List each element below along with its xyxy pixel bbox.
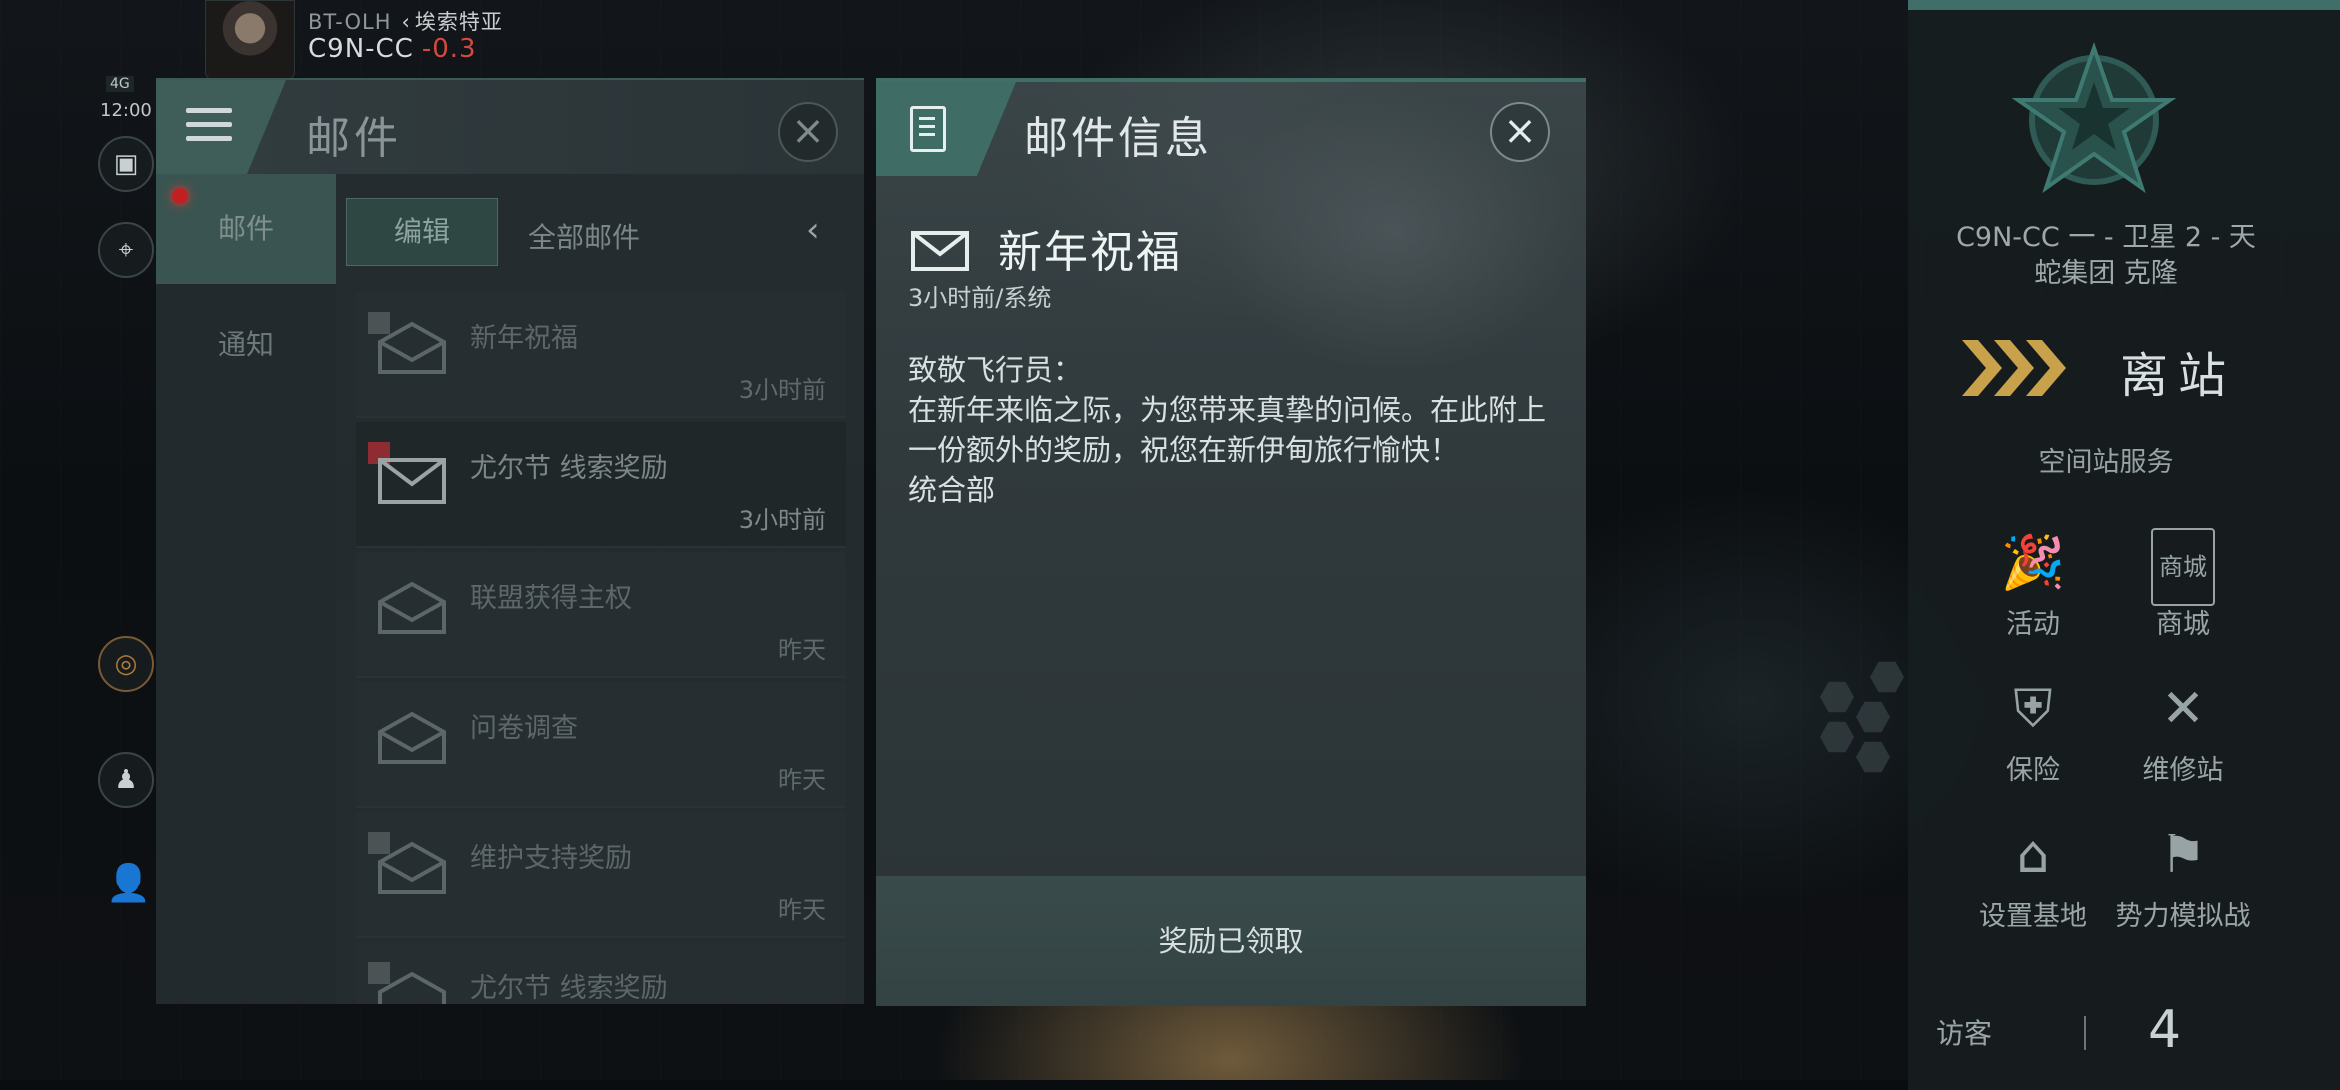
divider <box>2084 1016 2086 1050</box>
undock-button[interactable]: 离站 <box>1928 328 2288 408</box>
network-indicator: 4G <box>106 76 134 92</box>
message-text: 在新年来临之际，为您带来真挚的问候。在此附上一份额外的奖励，祝您在新伊甸旅行愉快… <box>908 393 1547 467</box>
service-set-home[interactable]: ⌂ 设置基地 <box>1958 820 2108 933</box>
message-body: 致敬飞行员： 在新年来临之际，为您带来真挚的问候。在此附上一份额外的奖励，祝您在… <box>908 350 1558 510</box>
tab-notifications[interactable]: 通知 <box>156 290 336 400</box>
mail-time: 3小时前 <box>738 376 826 404</box>
clock: 12:00 <box>100 100 152 121</box>
envelope-closed-icon <box>376 450 448 506</box>
service-label: 商城 <box>2156 609 2210 640</box>
mail-subject: 联盟获得主权 <box>470 583 632 614</box>
current-system[interactable]: C9N-CC -0.3 <box>308 34 477 64</box>
mail-time: 昨天 <box>778 766 826 794</box>
close-icon: × <box>1503 108 1537 154</box>
envelope-open-icon <box>376 710 448 766</box>
mail-list-item[interactable]: 尤尔节 线索奖励 <box>356 942 846 1004</box>
contacts-icon[interactable]: 👤 <box>106 862 151 904</box>
mail-list-item[interactable]: 维护支持奖励 昨天 <box>356 812 846 938</box>
shop-star-icon: 商城 <box>2108 528 2258 606</box>
mail-time: 昨天 <box>778 896 826 924</box>
mail-info-close-button[interactable]: × <box>1490 102 1550 162</box>
location-pin-icon[interactable]: ⌖ <box>98 222 154 278</box>
service-faction-warfare[interactable]: ⚑ 势力模拟战 <box>2108 820 2258 933</box>
set-home-icon: ⌂ <box>2016 825 2050 885</box>
mail-info-tab <box>876 82 1016 176</box>
claim-reward-bar: 奖励已领取 <box>876 876 1586 1006</box>
route-arrow-icon: ‹ <box>401 10 411 34</box>
service-label: 势力模拟战 <box>2115 901 2251 932</box>
party-popper-icon: 🎉 <box>2000 533 2066 593</box>
mail-subject: 维护支持奖励 <box>470 843 632 874</box>
mail-info-panel: 邮件信息 × 新年祝福 3小时前/系统 致敬飞行员： 在新年来临之际，为您带来真… <box>876 78 1586 1006</box>
service-label: 设置基地 <box>1979 901 2087 932</box>
security-status: -0.3 <box>421 34 477 64</box>
crossed-flags-icon: ⚑ <box>2159 825 2207 885</box>
message-greeting: 致敬飞行员： <box>908 353 1083 387</box>
service-shop[interactable]: 商城 商城 <box>2108 528 2258 641</box>
insurance-shield-icon: ⛨ <box>2013 679 2053 739</box>
mail-panel: 邮件 × 邮件 通知 编辑 全部邮件 ‹ 新年祝福 3小时前 尤尔节 线索奖励 … <box>156 78 864 1004</box>
message-meta: 3小时前/系统 <box>908 284 1052 312</box>
service-events[interactable]: 🎉 活动 <box>1958 528 2108 641</box>
station-name-line2: 蛇集团 克隆 <box>2034 258 2178 289</box>
envelope-open-icon <box>376 320 448 376</box>
station-name: C9N-CC 一 - 卫星 2 - 天 蛇集团 克隆 <box>1908 220 2304 292</box>
mail-info-title: 邮件信息 <box>1024 113 1212 164</box>
service-repair[interactable]: ✕ 维修站 <box>2108 674 2258 787</box>
service-label: 活动 <box>2006 609 2060 640</box>
visitors-row[interactable]: 访客 4 <box>1908 1000 2340 1064</box>
region-info[interactable]: BT-OLH ‹ 埃索特亚 <box>308 6 503 36</box>
mail-subject: 尤尔节 线索奖励 <box>470 973 668 1004</box>
mail-title: 邮件 <box>306 113 402 164</box>
station-services-title: 空间站服务 <box>2038 447 2174 478</box>
region-name: 埃索特亚 <box>414 10 503 34</box>
document-icon <box>910 106 946 152</box>
mail-subject: 尤尔节 线索奖励 <box>470 453 668 484</box>
unread-dot <box>172 188 188 204</box>
region-system: BT-OLH <box>308 10 392 34</box>
mail-time: 昨天 <box>778 636 826 664</box>
chevron-right-icon <box>1962 340 2002 396</box>
envelope-icon <box>910 228 970 272</box>
mail-list-item[interactable]: 新年祝福 3小时前 <box>356 292 846 418</box>
mail-subject: 新年祝福 <box>470 323 578 354</box>
message-subject: 新年祝福 <box>998 227 1182 278</box>
envelope-open-icon <box>376 580 448 636</box>
mail-close-button[interactable]: × <box>778 102 838 162</box>
station-panel: C9N-CC 一 - 卫星 2 - 天 蛇集团 克隆 离站 空间站服务 🎉 活动… <box>1908 0 2340 1090</box>
current-system-name: C9N-CC <box>308 34 414 64</box>
envelope-open-icon <box>376 970 448 1004</box>
corporation-star-emblem-icon <box>2004 30 2184 210</box>
menu-icon[interactable] <box>186 108 232 144</box>
visitors-label: 访客 <box>1936 1017 1993 1050</box>
service-insurance[interactable]: ⛨ 保险 <box>1958 674 2108 787</box>
undock-label: 离站 <box>2120 348 2237 404</box>
target-icon[interactable]: ◎ <box>98 636 154 692</box>
mail-time: 3小时前 <box>738 506 826 534</box>
chevron-left-icon[interactable]: ‹ <box>806 210 820 250</box>
close-icon: × <box>791 108 825 154</box>
mail-list-item[interactable]: 尤尔节 线索奖励 3小时前 <box>356 422 846 548</box>
pilot-avatar[interactable] <box>205 0 295 80</box>
service-label: 维修站 <box>2142 755 2224 786</box>
station-name-line1: C9N-CC 一 - 卫星 2 - 天 <box>1956 222 2256 253</box>
mail-sidebar: 邮件 通知 <box>156 174 336 1004</box>
claim-status: 奖励已领取 <box>1158 924 1304 958</box>
edit-button[interactable]: 编辑 <box>346 198 498 266</box>
cargo-box-icon[interactable]: ▣ <box>98 136 154 192</box>
pilot-icon[interactable]: ♟ <box>98 752 154 808</box>
message-signature: 统合部 <box>908 473 996 507</box>
service-label: 保险 <box>2006 755 2060 786</box>
mail-subject: 问卷调查 <box>470 713 578 744</box>
visitors-count: 4 <box>2148 1000 2182 1060</box>
mail-list-item[interactable]: 问卷调查 昨天 <box>356 682 846 808</box>
mail-filter[interactable]: 全部邮件 <box>528 216 640 256</box>
envelope-open-icon <box>376 840 448 896</box>
repair-tools-icon: ✕ <box>2161 679 2205 739</box>
mail-list-item[interactable]: 联盟获得主权 昨天 <box>356 552 846 678</box>
